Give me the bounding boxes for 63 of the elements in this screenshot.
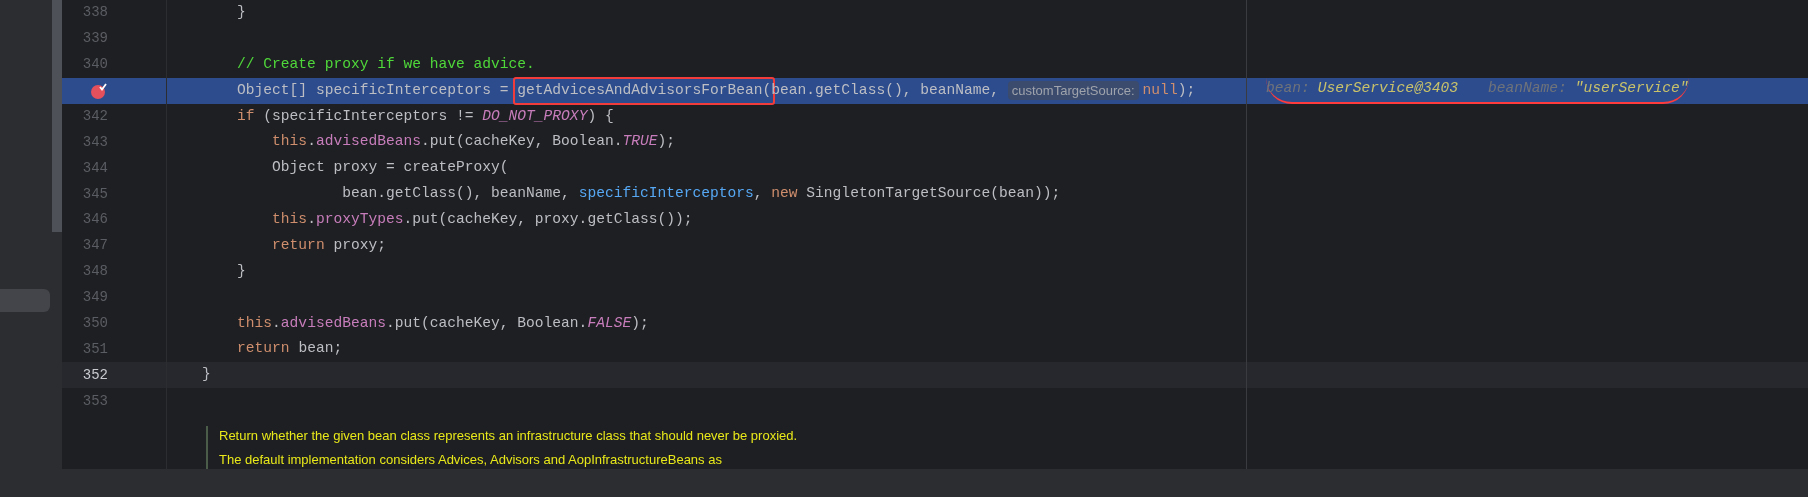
code-token: proxy;: [333, 235, 386, 255]
code-token: this: [272, 210, 308, 229]
code-token: null: [1142, 80, 1178, 100]
code-token: return: [237, 339, 290, 359]
line-number: 347: [82, 236, 108, 256]
debug-variable-name: bean:: [1266, 78, 1310, 98]
code-token: advisedBeans: [315, 132, 421, 152]
code-token: DO_NOT_PROXY: [482, 106, 588, 126]
line-number: 344: [82, 158, 108, 178]
code-token: }: [202, 365, 211, 385]
code-token: ,: [753, 184, 764, 204]
line-number: 345: [82, 184, 108, 204]
code-token: (specificInterceptors !=: [263, 106, 475, 126]
sidebar-item[interactable]: [0, 289, 50, 312]
code-token: return: [272, 235, 325, 255]
debug-variable-value: "userService": [1574, 78, 1689, 98]
code-token: bean;: [298, 339, 343, 359]
code-token: advisedBeans: [280, 313, 386, 333]
code-token: }: [237, 3, 246, 22]
code-token: bean.getClass(), beanName,: [342, 184, 571, 204]
code-token: .: [307, 210, 316, 229]
line-number: 349: [82, 288, 108, 308]
code-token: proxyTypes: [315, 210, 404, 229]
line-number: 339: [82, 29, 108, 49]
doc-text: The default implementation considers Advices, Advisors and AopInfrastructureBeans as: [219, 450, 723, 469]
code-token: ) {: [587, 106, 614, 126]
debug-variable-value: UserService@3403: [1317, 78, 1458, 98]
scrollbar[interactable]: [52, 0, 62, 469]
breakpoint-icon[interactable]: [90, 81, 108, 100]
code-token: .: [307, 132, 316, 152]
debug-variable-name: beanName:: [1487, 78, 1567, 98]
code-token: specificInterceptors: [578, 184, 754, 204]
code-token: FALSE: [587, 313, 632, 333]
line-number: 352: [82, 365, 108, 385]
doc-text: Return whether the given bean class represents an infrastructure class that should never be proxied.: [219, 427, 799, 445]
code-token: this: [237, 313, 273, 333]
line-number: 348: [82, 262, 108, 282]
code-token: );: [631, 313, 649, 333]
code-token: if: [237, 106, 255, 126]
code-token: .: [272, 313, 281, 333]
code-token: .put(cacheKey, proxy.getClass());: [403, 210, 693, 229]
line-number: 353: [82, 391, 108, 411]
code-token: }: [237, 261, 246, 281]
line-number: 343: [82, 132, 108, 152]
code-token: SingletonTargetSource(bean));: [806, 184, 1061, 204]
code-token: this: [272, 132, 308, 152]
line-number: 350: [82, 313, 108, 333]
line-number: 351: [82, 339, 108, 359]
code-comment: // Create proxy if we have advice.: [237, 54, 535, 74]
code-token: Object proxy = createProxy(: [272, 158, 509, 178]
code-token: .put(cacheKey, Boolean.: [421, 132, 623, 152]
code-token: );: [1177, 80, 1196, 100]
line-number: 346: [82, 210, 108, 230]
line-number: 340: [82, 55, 108, 75]
code-token: new: [771, 184, 798, 204]
code-token: Object[] specificInterceptors =: [237, 80, 510, 100]
scrollbar-thumb[interactable]: [52, 0, 62, 232]
parameter-hint: customTargetSource:: [1007, 80, 1139, 101]
code-token: );: [657, 132, 675, 152]
line-number: 342: [82, 106, 108, 126]
code-token: .put(cacheKey, Boolean.: [385, 313, 588, 333]
line-number: 338: [82, 3, 108, 23]
code-token: TRUE: [622, 132, 658, 152]
